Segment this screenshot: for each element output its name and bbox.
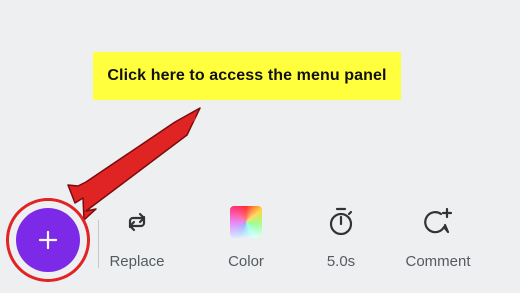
add-menu-button[interactable] — [16, 208, 80, 272]
replace-icon — [128, 212, 146, 232]
timer-icon — [329, 207, 353, 236]
comment-button[interactable]: Comment — [393, 203, 483, 275]
replace-label: Replace — [109, 253, 165, 270]
replace-button[interactable]: Replace — [92, 203, 182, 275]
comment-add-icon — [424, 207, 453, 234]
color-button[interactable]: Color — [201, 203, 291, 275]
color-swatch-icon — [230, 206, 262, 238]
timing-label: 5.0s — [326, 253, 356, 270]
plus-icon — [38, 230, 58, 250]
color-label: Color — [228, 253, 264, 270]
comment-label: Comment — [405, 253, 471, 270]
timing-button[interactable]: 5.0s — [296, 203, 386, 275]
